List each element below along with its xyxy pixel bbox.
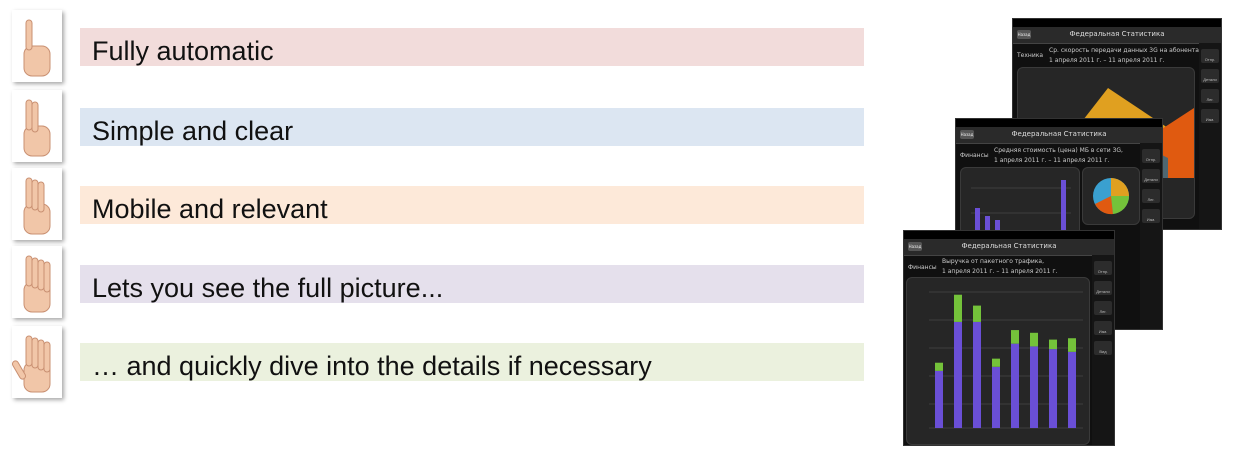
pie-chart [1093,178,1130,215]
hand-4-fingers-icon [12,246,62,318]
stacked-bar-chart [929,291,1083,429]
screen-middle-category: Финансы [960,152,989,159]
feature-band-2: Simple and clear [80,108,864,146]
screen-back-category: Техника [1017,52,1044,59]
bar-green [1049,339,1057,350]
bar-purple [1011,343,1019,428]
bar-purple [1049,349,1057,428]
feature-label: … and quickly dive into the details if n… [92,351,652,381]
bar-purple [973,321,981,428]
bar-green [935,362,943,371]
hand-5-fingers-icon [12,326,62,398]
feature-band-5: … and quickly dive into the details if n… [80,343,864,381]
feature-label: Simple and clear [92,116,294,146]
hand-3-fingers-icon [12,168,62,240]
feature-band-4: Lets you see the full picture... [80,265,864,303]
bar-green [1030,332,1038,347]
bar-purple [954,321,962,428]
bar-purple [1030,346,1038,428]
feature-band-1: Fully automatic [80,28,864,66]
bar-green [973,305,981,322]
bar-purple [1068,351,1076,428]
screen-front: Назад Федеральная Статистика Финансы Выру… [903,230,1115,446]
feature-label: Fully automatic [92,36,274,66]
feature-band-3: Mobile and relevant [80,186,864,224]
bar-green [1011,330,1019,344]
feature-label: Lets you see the full picture... [92,273,444,303]
feature-label: Mobile and relevant [92,194,328,224]
bar-green [1068,338,1076,352]
screen-front-category: Финансы [908,264,937,271]
bar-purple [935,370,943,428]
hand-1-fingers-icon [12,10,62,82]
bar-purple [992,366,1000,428]
bar-green [992,358,1000,367]
bar-green [954,294,962,322]
hand-2-fingers-icon [12,90,62,162]
